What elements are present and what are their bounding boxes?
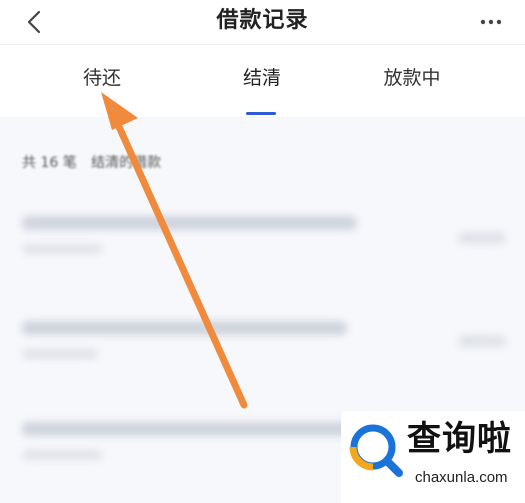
chaxunla-logo-icon bbox=[349, 424, 403, 477]
tab-settled[interactable]: 结清 bbox=[222, 63, 302, 99]
watermark-domain: chaxunla.com bbox=[415, 469, 508, 486]
header-bar: 借款记录 bbox=[0, 0, 525, 44]
summary-line: 共 16 笔 结清的借款 bbox=[22, 152, 171, 172]
watermark: 查询啦 chaxunla.com bbox=[341, 411, 525, 503]
tab-bar: 待还 结清 放款中 bbox=[0, 44, 525, 117]
more-button[interactable] bbox=[473, 8, 509, 36]
list-item[interactable] bbox=[0, 208, 525, 288]
watermark-name: 查询啦 bbox=[407, 419, 512, 459]
list-item[interactable] bbox=[0, 313, 525, 393]
more-horizontal-icon bbox=[480, 19, 502, 25]
record-description: 结清的借款 bbox=[91, 155, 162, 171]
tab-pending[interactable]: 待还 bbox=[62, 63, 142, 99]
app-screen: 借款记录 待还 结清 放款中 共 16 笔 结清的借款 查询啦 chaxunla… bbox=[0, 0, 525, 503]
tab-disbursing[interactable]: 放款中 bbox=[362, 63, 462, 99]
active-tab-indicator bbox=[246, 112, 276, 115]
record-count: 共 16 笔 bbox=[22, 155, 77, 171]
page-title: 借款记录 bbox=[216, 8, 309, 33]
